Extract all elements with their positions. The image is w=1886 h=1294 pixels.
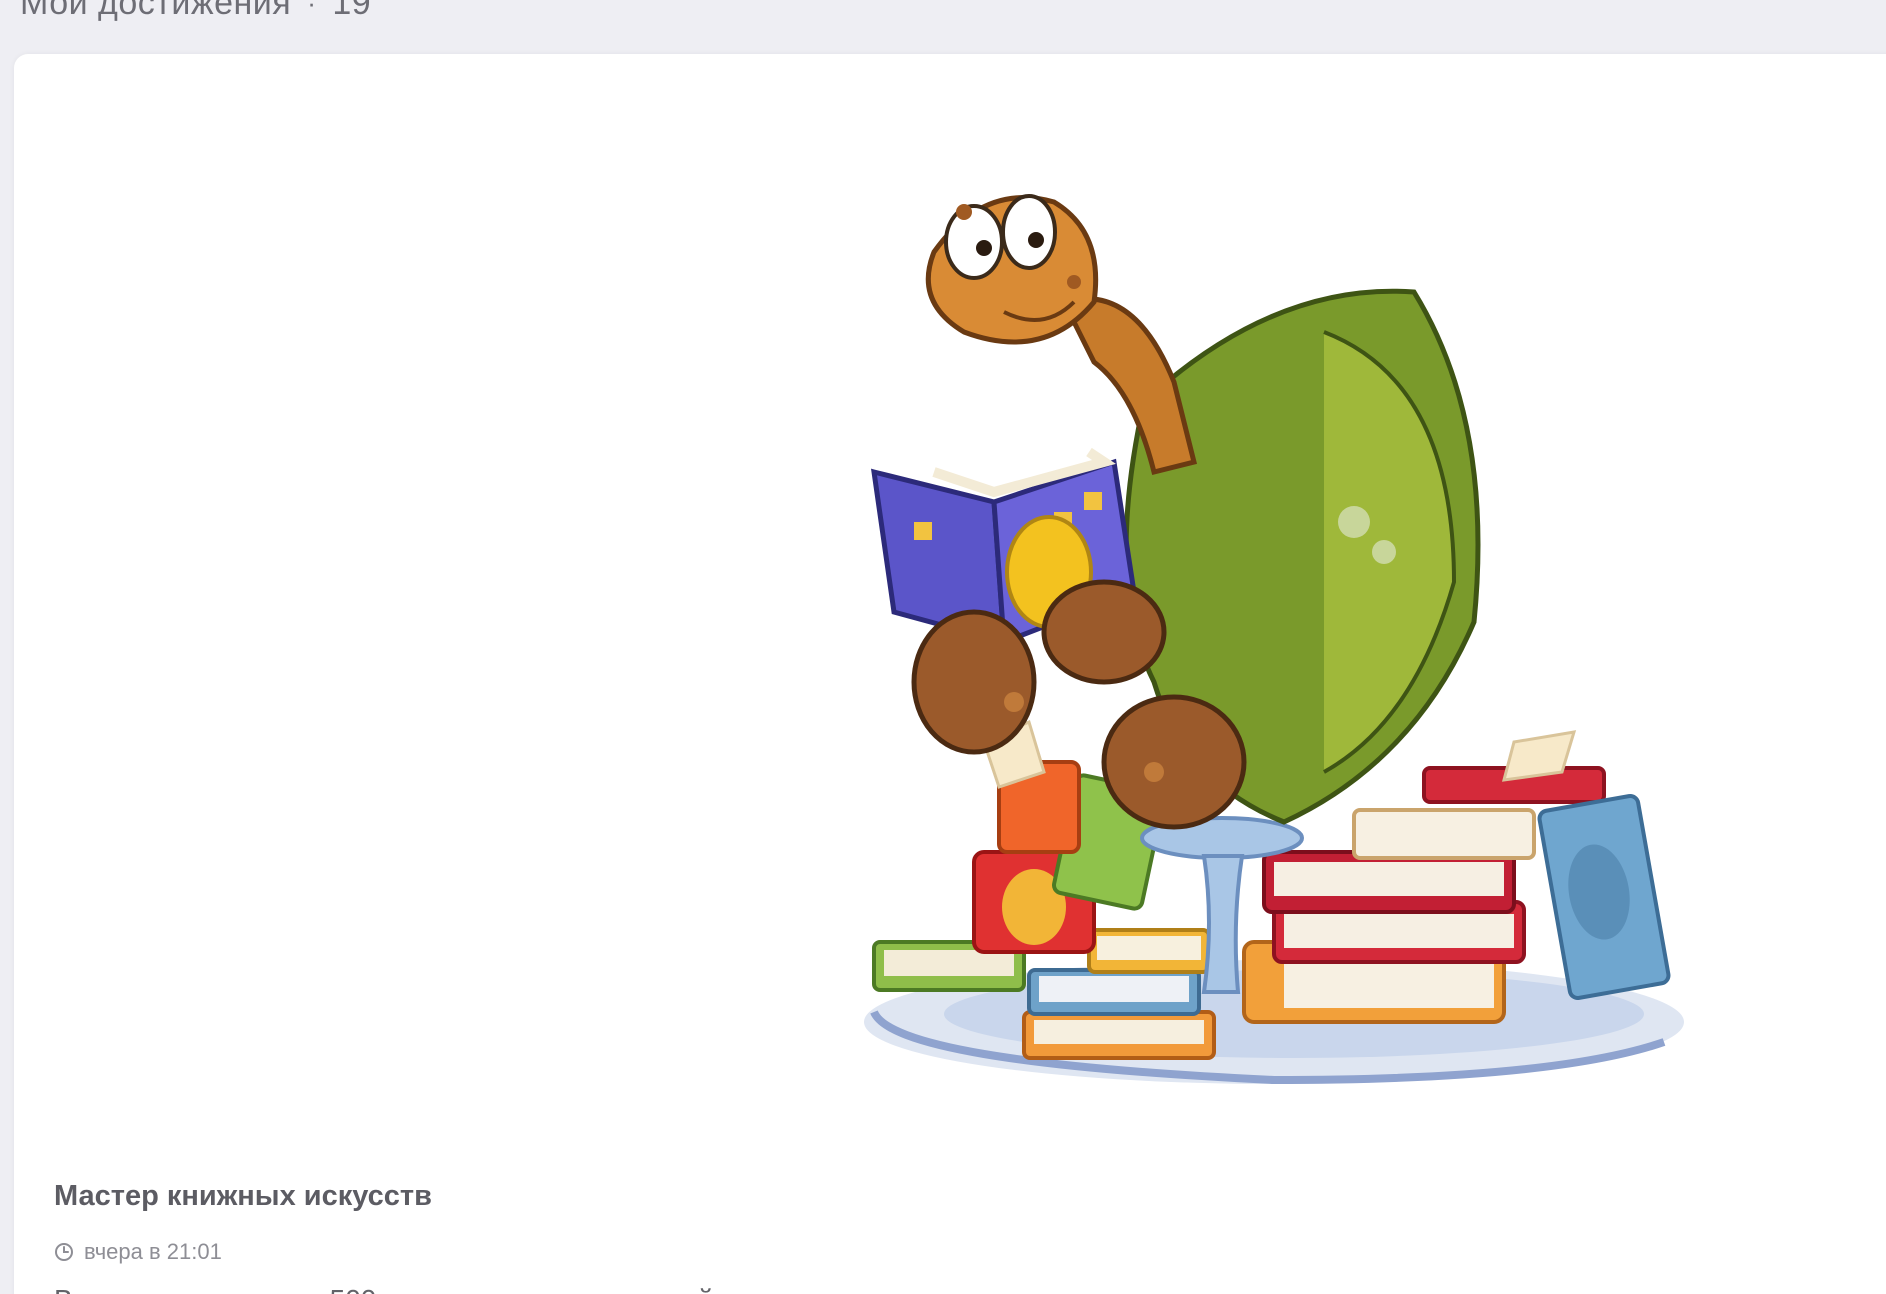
achievements-header: Мои достижения · 19 xyxy=(20,0,371,28)
clock-icon xyxy=(55,1243,73,1261)
achievement-card[interactable]: Мастер книжных искусств вчера в 21:01 Вы… xyxy=(14,54,1886,1294)
turtle-reading-book-illustration xyxy=(864,194,1684,1085)
achievements-page: Мои достижения · 19 Мастер книжных искус… xyxy=(0,0,1886,1294)
header-title: Мои достижения xyxy=(20,0,292,22)
header-separator: · xyxy=(307,0,317,18)
achievement-time-label: вчера в 21:01 xyxy=(84,1239,222,1264)
achievement-time: вчера в 21:01 xyxy=(54,1239,222,1265)
achievement-description: Выдается за первые 500 купленных произве… xyxy=(54,1284,721,1294)
achievements-count: 19 xyxy=(332,0,372,22)
achievement-title: Мастер книжных искусств xyxy=(54,1180,432,1212)
